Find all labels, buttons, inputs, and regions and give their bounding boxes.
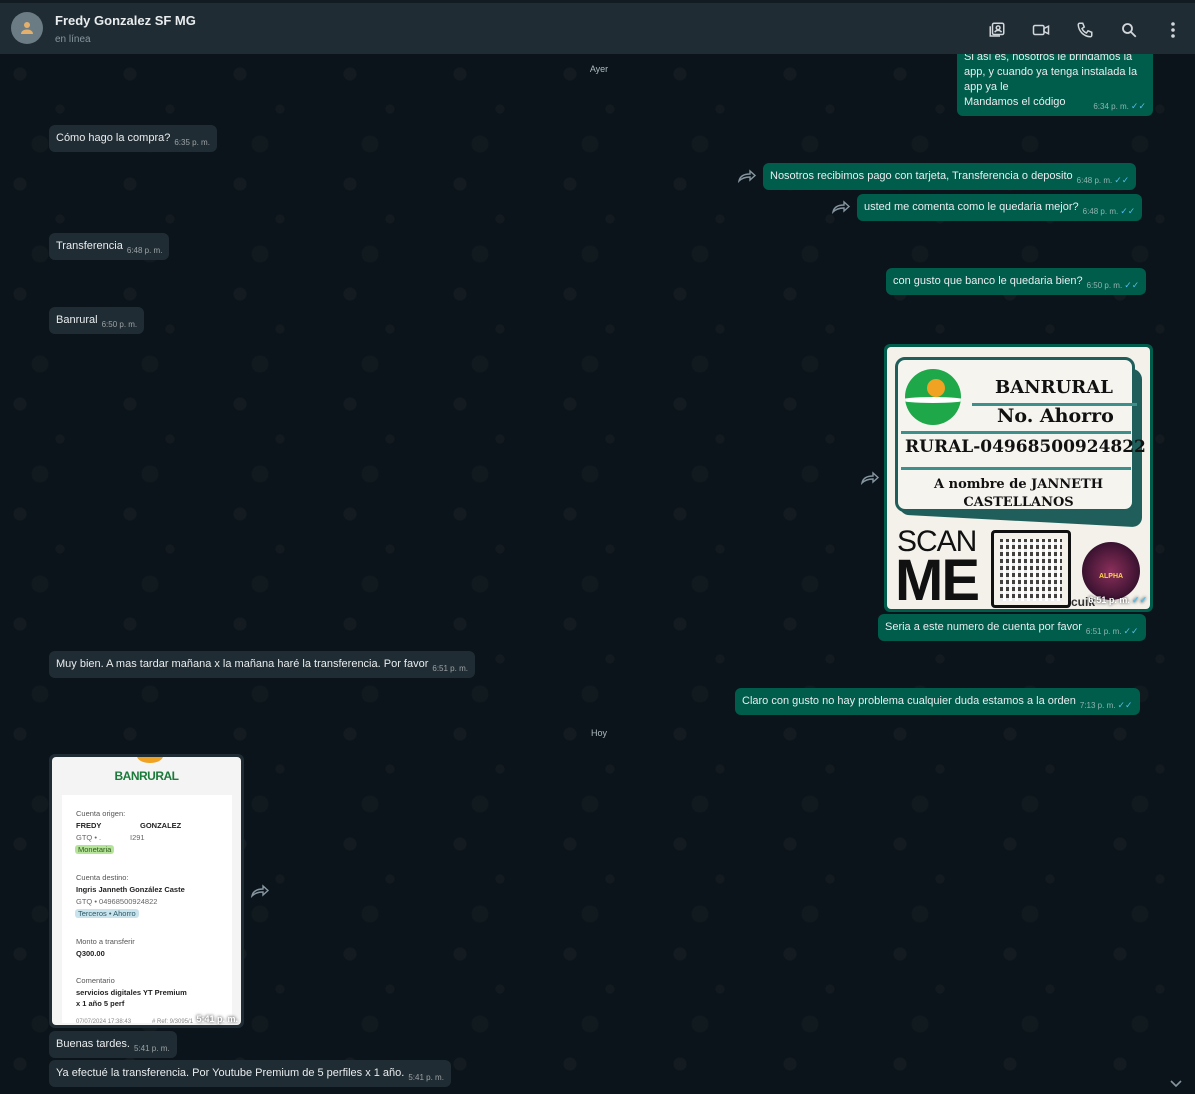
message-incoming[interactable]: Muy bien. A mas tardar mañana x la mañan… xyxy=(49,651,475,678)
message-time: 6:35 p. m. xyxy=(174,138,210,147)
message-incoming[interactable]: Transferencia 6:48 p. m. xyxy=(49,233,170,260)
bank-card-name: CASTELLANOS xyxy=(963,495,1074,510)
message-incoming[interactable]: Banrural 6:50 p. m. xyxy=(49,307,145,334)
chat-area: Ayer Si así es, nosotros le brindamos la… xyxy=(0,54,1195,1094)
message-text: Muy bien. A mas tardar mañana x la mañan… xyxy=(56,658,429,670)
message-incoming[interactable]: Ya efectué la transferencia. Por Youtube… xyxy=(49,1060,451,1087)
read-ticks-icon: ✓✓ xyxy=(1123,626,1139,636)
message-time: 6:51 p. m. ✓✓ xyxy=(1088,595,1147,605)
forward-icon[interactable] xyxy=(737,169,757,183)
bank-card-title: BANRURAL xyxy=(995,377,1113,398)
message-incoming[interactable]: Buenas tardes. 5:41 p. m. xyxy=(49,1031,177,1058)
bank-card-image: BANRURAL No. Ahorro RURAL-04968500924822… xyxy=(887,347,1150,609)
search-icon[interactable] xyxy=(1107,8,1151,52)
read-ticks-icon: ✓✓ xyxy=(1117,700,1133,710)
message-time: 5:41 p. m. xyxy=(134,1044,170,1053)
forward-icon[interactable] xyxy=(831,200,851,214)
scroll-down-button[interactable] xyxy=(1163,1074,1189,1094)
message-outgoing[interactable]: con gusto que banco le quedaria bien? 6:5… xyxy=(886,268,1147,295)
message-time: 6:34 p. m. xyxy=(1093,102,1129,111)
image-message-bank-card[interactable]: BANRURAL No. Ahorro RURAL-04968500924822… xyxy=(884,344,1153,612)
date-divider-today: Hoy xyxy=(590,728,608,738)
message-time: 6:50 p. m. xyxy=(1086,281,1123,290)
message-time: 6:51 p. m. xyxy=(432,664,468,673)
phone-icon[interactable] xyxy=(1063,8,1107,52)
message-time: 6:50 p. m. xyxy=(101,320,138,329)
message-text: Mandamos el código xyxy=(964,96,1066,108)
message-text: Seria a este numero de cuenta por favor xyxy=(885,621,1082,633)
bank-card-subtitle: No. Ahorro xyxy=(997,405,1114,427)
message-text: Si así es, nosotros le brindamos la xyxy=(964,54,1133,63)
message-time: 6:48 p. m. xyxy=(1082,207,1119,216)
message-time: 6:48 p. m. xyxy=(1076,176,1113,185)
message-time: 6:48 p. m. xyxy=(126,246,163,255)
contact-status: en línea xyxy=(55,34,91,45)
me-text: ME xyxy=(895,548,980,609)
message-text: Nosotros recibimos pago con tarjeta, Tra… xyxy=(770,170,1073,182)
message-outgoing[interactable]: Si así es, nosotros le brindamos la app,… xyxy=(957,54,1153,116)
bank-card-name: A nombre de JANNETH xyxy=(934,477,1103,492)
more-icon[interactable] xyxy=(1151,8,1195,52)
message-outgoing[interactable]: Claro con gusto no hay problema cualquie… xyxy=(735,688,1140,715)
bank-card-account: RURAL-04968500924822 xyxy=(905,437,1146,457)
person-icon xyxy=(21,22,33,34)
message-text: Ya efectué la transferencia. Por Youtube… xyxy=(56,1067,405,1079)
message-text: usted me comenta como le quedaria mejor? xyxy=(864,201,1079,213)
chat-header: Fredy Gonzalez SF MG en línea xyxy=(0,0,1195,54)
contact-name[interactable]: Fredy Gonzalez SF MG xyxy=(55,13,196,28)
contact-avatar[interactable] xyxy=(11,12,43,44)
video-call-icon[interactable] xyxy=(1019,8,1063,52)
forward-icon[interactable] xyxy=(250,884,270,898)
message-time: 5:41 p. m. xyxy=(196,1014,238,1024)
message-outgoing[interactable]: Seria a este numero de cuenta por favor 6… xyxy=(878,614,1146,641)
message-outgoing[interactable]: Nosotros recibimos pago con tarjeta, Tra… xyxy=(763,163,1137,190)
date-divider-yesterday: Ayer xyxy=(589,64,609,74)
read-ticks-icon: ✓✓ xyxy=(1124,280,1140,290)
read-ticks-icon: ✓✓ xyxy=(1114,175,1130,185)
message-incoming[interactable]: Cómo hago la compra? 6:35 p. m. xyxy=(49,125,217,152)
read-ticks-icon: ✓✓ xyxy=(1120,206,1136,216)
image-message-receipt[interactable]: BANRURAL Cuenta origen: FREDY GONZALEZ G… xyxy=(49,754,244,1028)
banrural-logo-icon xyxy=(905,369,961,425)
message-text: Transferencia xyxy=(56,240,123,252)
contact-card-icon[interactable] xyxy=(975,8,1019,52)
message-time: 7:13 p. m. xyxy=(1079,701,1116,710)
message-text: Banrural xyxy=(56,314,98,326)
receipt-image: BANRURAL Cuenta origen: FREDY GONZALEZ G… xyxy=(52,757,241,1025)
message-text: con gusto que banco le quedaria bien? xyxy=(893,275,1083,287)
forward-icon[interactable] xyxy=(860,471,880,485)
message-text: Cómo hago la compra? xyxy=(56,132,171,144)
alpha-logo-icon: ALPHA xyxy=(1082,542,1140,600)
message-time: 5:41 p. m. xyxy=(408,1073,444,1082)
message-text: Claro con gusto no hay problema cualquie… xyxy=(742,695,1076,707)
message-text: app ya le xyxy=(964,81,1009,93)
message-time: 6:51 p. m. xyxy=(1085,627,1122,636)
message-outgoing[interactable]: usted me comenta como le quedaria mejor?… xyxy=(857,194,1143,221)
receipt-bank-name: BANRURAL xyxy=(114,769,180,783)
chevron-down-icon xyxy=(1170,1080,1182,1088)
message-text: app, y cuando ya tenga instalada la xyxy=(964,66,1138,78)
qr-frame xyxy=(991,530,1071,608)
read-ticks-icon: ✓✓ xyxy=(1130,101,1146,111)
message-text: Buenas tardes. xyxy=(56,1038,130,1050)
